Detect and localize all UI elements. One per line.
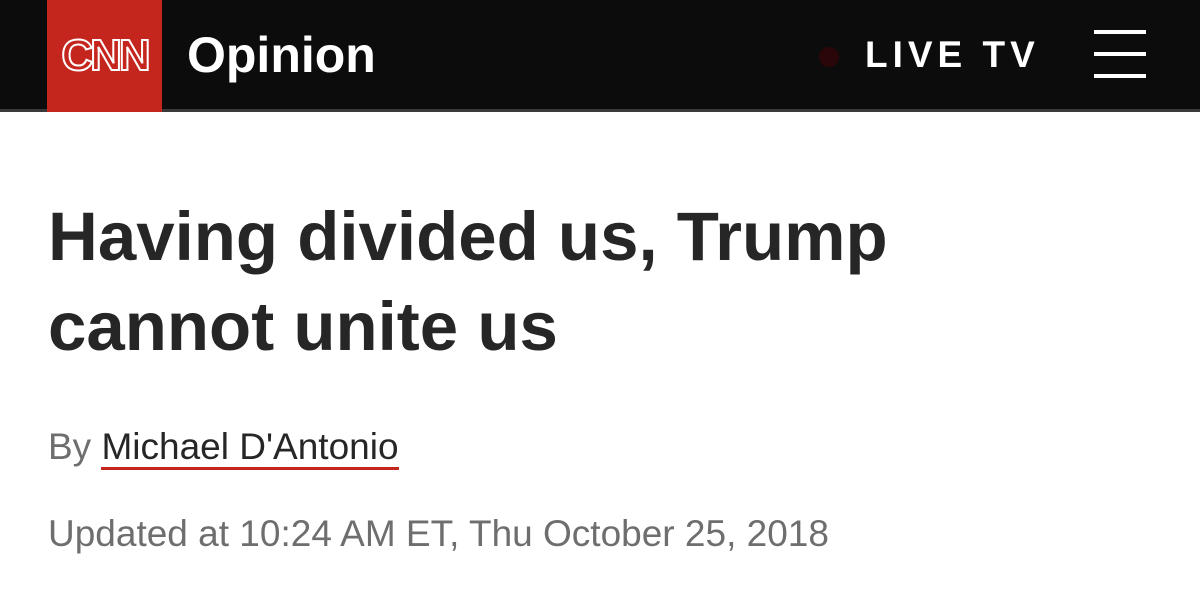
author-link[interactable]: Michael D'Antonio	[101, 426, 399, 470]
live-indicator-icon	[819, 47, 839, 67]
hamburger-menu-icon[interactable]	[1094, 28, 1146, 80]
updated-timestamp: Updated at 10:24 AM ET, Thu October 25, …	[48, 513, 829, 554]
byline: By Michael D'Antonio	[48, 425, 399, 470]
live-tv-link[interactable]: LIVE TV	[865, 34, 1040, 76]
menu-bar	[1094, 52, 1146, 56]
menu-bar	[1094, 74, 1146, 78]
menu-bar	[1094, 30, 1146, 34]
logo-text: CNN	[60, 31, 151, 80]
site-header: CNN Opinion LIVE TV	[0, 0, 1200, 112]
section-title[interactable]: Opinion	[187, 27, 376, 83]
byline-prefix: By	[48, 426, 92, 467]
cnn-logo[interactable]: CNN	[47, 0, 162, 112]
article-headline: Having divided us, Trump cannot unite us	[48, 198, 888, 365]
